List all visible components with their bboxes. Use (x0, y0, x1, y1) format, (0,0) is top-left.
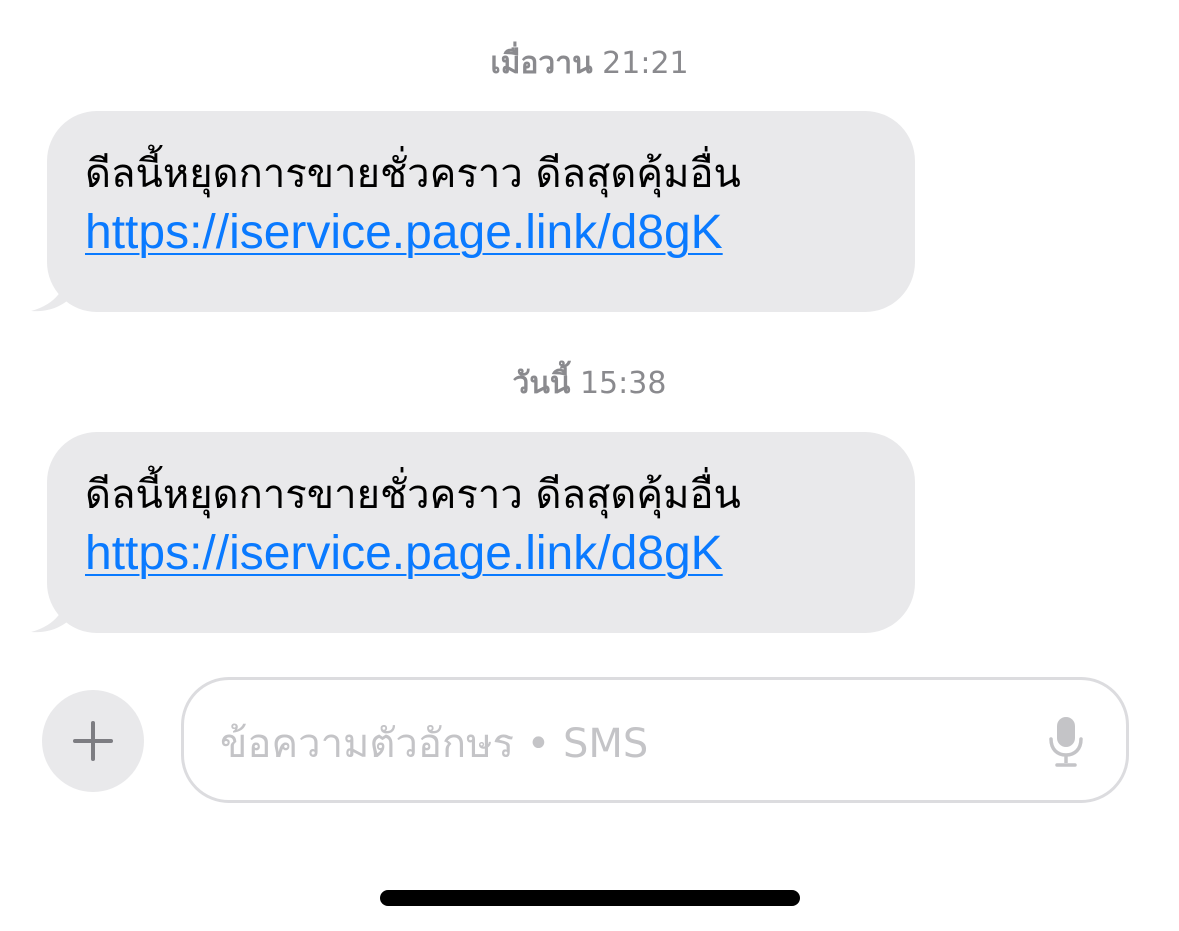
add-attachment-button[interactable] (42, 690, 144, 792)
message-link[interactable]: https://iservice.page.link/d8gK (85, 203, 895, 263)
messages-screen: เมื่อวาน 21:21 ดีลนี้หยุดการขายชั่วคราว … (0, 0, 1179, 931)
bubble-tail (31, 589, 71, 633)
message-text: ดีลนี้หยุดการขายชั่วคราว ดีลสุดคุ้มอื่น (85, 472, 741, 518)
bubble-tail (31, 268, 71, 312)
home-indicator[interactable] (380, 890, 800, 906)
message-text: ดีลนี้หยุดการขายชั่วคราว ดีลสุดคุ้มอื่น (85, 151, 741, 197)
timestamp-day: วันนี้ (512, 366, 571, 401)
incoming-message-bubble[interactable]: ดีลนี้หยุดการขายชั่วคราว ดีลสุดคุ้มอื่น … (31, 111, 915, 312)
message-input-placeholder: ข้อความตัวอักษร • SMS (220, 721, 649, 767)
message-timestamp: เมื่อวาน 21:21 (0, 46, 1179, 82)
message-timestamp: วันนี้ 15:38 (0, 366, 1179, 402)
timestamp-time: 15:38 (579, 366, 667, 401)
message-link[interactable]: https://iservice.page.link/d8gK (85, 524, 895, 584)
incoming-message-bubble[interactable]: ดีลนี้หยุดการขายชั่วคราว ดีลสุดคุ้มอื่น … (31, 432, 915, 633)
message-input[interactable]: ข้อความตัวอักษร • SMS (181, 677, 1129, 803)
plus-icon (73, 721, 113, 761)
timestamp-time: 21:21 (602, 46, 689, 81)
timestamp-day: เมื่อวาน (490, 46, 593, 81)
microphone-icon[interactable] (1048, 715, 1084, 769)
